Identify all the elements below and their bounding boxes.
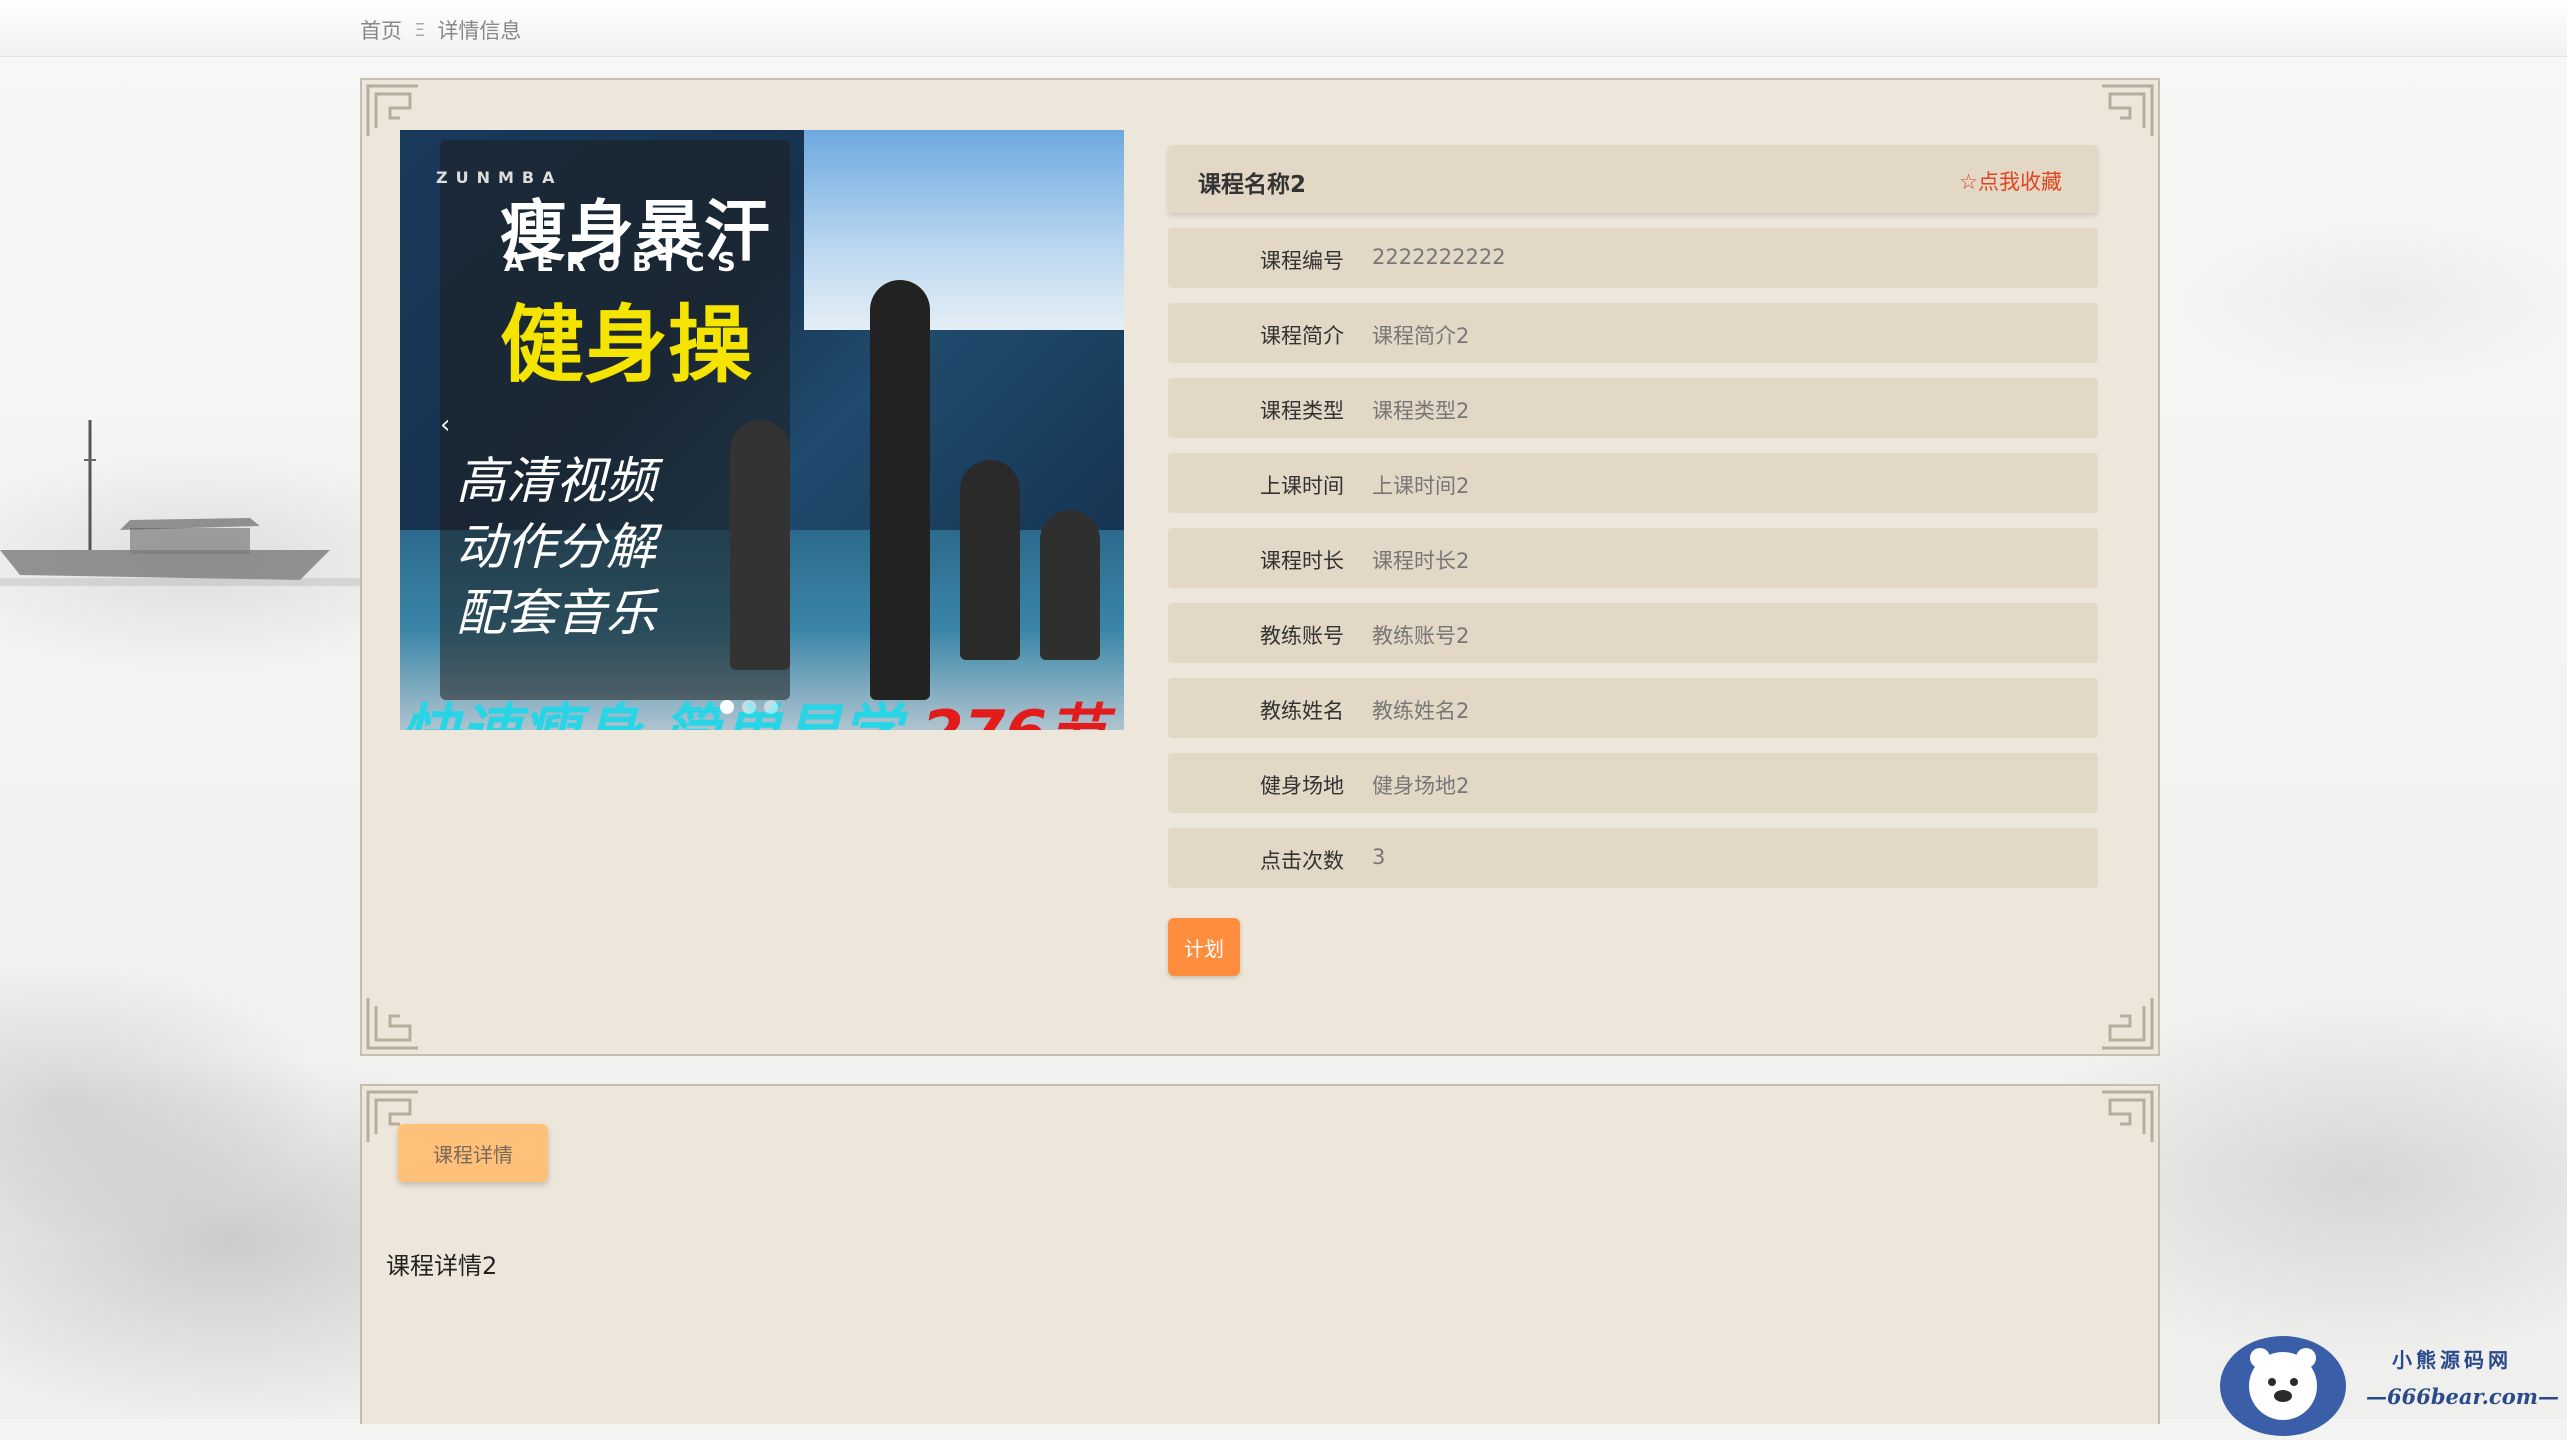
field-value: 上课时间2 xyxy=(1372,474,1470,498)
field-row: 课程简介 课程简介2 xyxy=(1168,303,2098,363)
favorite-button[interactable]: ☆点我收藏 xyxy=(1959,166,2062,196)
banner-feature: 动作分解 xyxy=(456,518,656,576)
field-value: 教练姓名2 xyxy=(1372,699,1470,723)
banner-bottom-number: 276节 xyxy=(922,698,1107,730)
banner-vertical-text: ZUNMBA xyxy=(436,164,554,192)
tab-course-detail[interactable]: 课程详情 xyxy=(398,1124,548,1182)
plan-button[interactable]: 计划 xyxy=(1168,918,1240,976)
field-row: 教练姓名 教练姓名2 xyxy=(1168,678,2098,738)
watermark-title: 小熊源码网 xyxy=(2392,1348,2512,1372)
dancer-figure xyxy=(960,460,1020,660)
field-value: 教练账号2 xyxy=(1372,624,1470,648)
field-row: 课程编号 2222222222 xyxy=(1168,228,2098,288)
banner-main-title: 健身操 xyxy=(500,295,753,394)
field-value: 2222222222 xyxy=(1372,245,1506,269)
carousel-prev-icon[interactable]: ‹ xyxy=(440,410,450,440)
dancer-figure xyxy=(1040,510,1100,660)
breadcrumb: 首页 Ξ 详情信息 xyxy=(360,15,521,45)
course-detail-panel: 课程详情 课程详情2 xyxy=(360,1084,2160,1424)
field-value: 3 xyxy=(1372,845,1386,869)
boat-painting xyxy=(0,420,360,586)
field-label: 课程编号 xyxy=(1260,249,1344,273)
field-row: 健身场地 健身场地2 xyxy=(1168,753,2098,813)
field-value: 课程时长2 xyxy=(1372,549,1470,573)
field-label: 点击次数 xyxy=(1260,849,1344,873)
banner-feature: 配套音乐 xyxy=(456,584,656,642)
field-value: 课程类型2 xyxy=(1372,399,1470,423)
breadcrumb-home[interactable]: 首页 xyxy=(360,15,402,45)
field-label: 课程时长 xyxy=(1260,549,1344,573)
field-value: 课程简介2 xyxy=(1372,324,1470,348)
course-title: 课程名称2 xyxy=(1198,172,1307,198)
field-label: 上课时间 xyxy=(1260,474,1344,498)
field-label: 教练姓名 xyxy=(1260,699,1344,723)
corner-ornament-icon xyxy=(2102,998,2154,1050)
banner-subheadline: AEROBICS xyxy=(504,248,748,278)
field-value: 健身场地2 xyxy=(1372,774,1470,798)
course-banner-carousel[interactable]: ZUNMBA 瘦身暴汗 AEROBICS 健身操 高清视频 动作分解 配套音乐 … xyxy=(400,130,1124,730)
field-row: 课程时长 课程时长2 xyxy=(1168,528,2098,588)
banner-bottom-text: 快速瘦身 简单易学 xyxy=(400,698,901,730)
breadcrumb-separator-icon: Ξ xyxy=(414,19,426,41)
dancer-figure xyxy=(870,280,930,700)
site-watermark: 小熊源码网 —666bear.com— xyxy=(2220,1330,2567,1436)
carousel-dot[interactable] xyxy=(720,700,734,714)
field-label: 课程简介 xyxy=(1260,324,1344,348)
field-row: 课程类型 课程类型2 xyxy=(1168,378,2098,438)
field-row: 教练账号 教练账号2 xyxy=(1168,603,2098,663)
breadcrumb-current: 详情信息 xyxy=(437,19,522,43)
carousel-dot[interactable] xyxy=(764,700,778,714)
banner-feature: 高清视频 xyxy=(456,452,656,510)
field-label: 课程类型 xyxy=(1260,399,1344,423)
corner-ornament-icon xyxy=(366,998,418,1050)
watermark-url: —666bear.com— xyxy=(2366,1384,2559,1409)
corner-ornament-icon xyxy=(2102,1090,2154,1142)
field-label: 健身场地 xyxy=(1260,774,1344,798)
field-label: 教练账号 xyxy=(1260,624,1344,648)
corner-ornament-icon xyxy=(2102,84,2154,136)
course-title-row: 课程名称2 ☆点我收藏 xyxy=(1168,145,2098,213)
course-info-panel: ZUNMBA 瘦身暴汗 AEROBICS 健身操 高清视频 动作分解 配套音乐 … xyxy=(360,78,2160,1056)
field-row: 点击次数 3 xyxy=(1168,828,2098,888)
bear-logo-icon xyxy=(2220,1336,2346,1436)
banner-sky xyxy=(804,130,1124,330)
carousel-indicators xyxy=(720,700,778,714)
banner-features: 高清视频 动作分解 配套音乐 xyxy=(456,448,656,646)
field-row: 上课时间 上课时间2 xyxy=(1168,453,2098,513)
course-detail-content: 课程详情2 xyxy=(386,1252,498,1280)
top-bar: 首页 Ξ 详情信息 xyxy=(0,0,2567,57)
dancer-figure xyxy=(730,420,790,670)
carousel-dot[interactable] xyxy=(742,700,756,714)
